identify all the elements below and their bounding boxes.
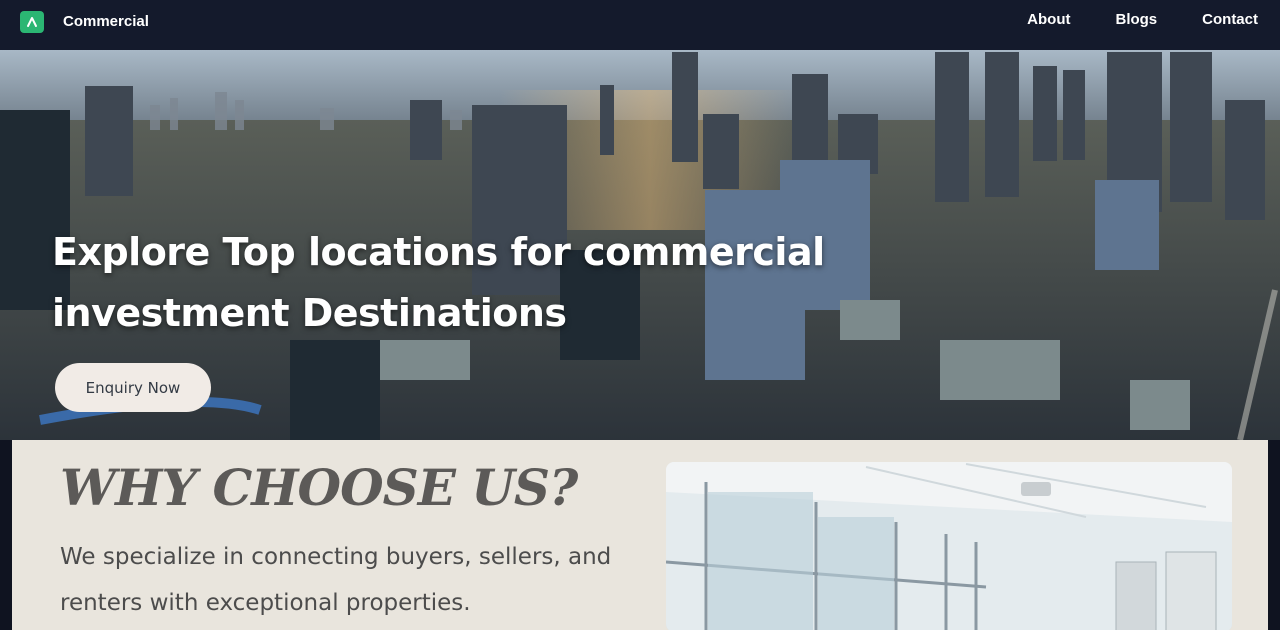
top-navbar: Commercial About Blogs Contact (0, 0, 1280, 50)
nav-link-about[interactable]: About (1027, 11, 1070, 28)
caret-up-logo-icon[interactable] (20, 11, 44, 33)
nav-link-contact[interactable]: Contact (1202, 11, 1258, 28)
why-title: WHY CHOOSE US? (60, 458, 578, 517)
enquiry-now-button[interactable]: Enquiry Now (55, 363, 211, 412)
hero-banner: Explore Top locations for commercial inv… (0, 50, 1280, 440)
hero-title: Explore Top locations for commercial inv… (52, 230, 825, 335)
why-choose-us-section: WHY CHOOSE US? We specialize in connecti… (12, 440, 1268, 630)
nav-link-blogs[interactable]: Blogs (1115, 11, 1157, 28)
nav-links: About Blogs Contact (1027, 11, 1258, 28)
why-description: We specialize in connecting buyers, sell… (60, 544, 612, 616)
brand-name[interactable]: Commercial (63, 13, 149, 30)
office-interior-image (666, 462, 1232, 630)
